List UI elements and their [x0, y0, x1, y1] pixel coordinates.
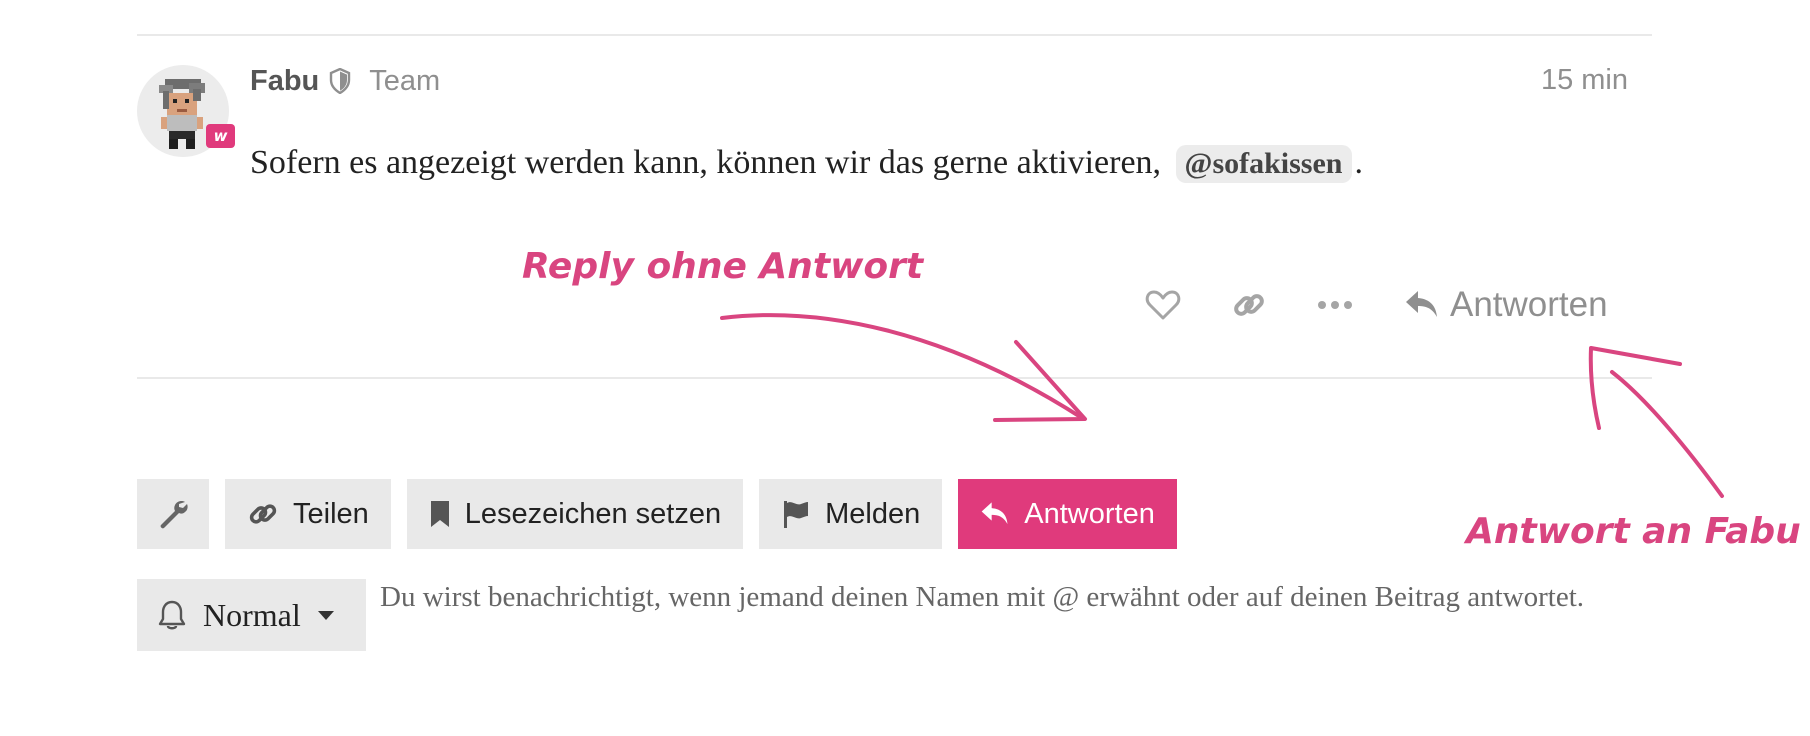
link-icon — [1234, 294, 1264, 316]
right-arrow-shaft — [1610, 370, 1724, 498]
reply-icon — [1406, 291, 1437, 317]
avatar-badge: w — [206, 124, 235, 148]
post-date[interactable]: 15 min — [1541, 64, 1628, 97]
share-button[interactable]: Teilen — [225, 479, 391, 549]
bookmark-icon — [430, 501, 449, 527]
show-more-button[interactable] — [1310, 299, 1360, 311]
caret-down-icon — [317, 611, 334, 620]
like-button[interactable] — [1138, 289, 1188, 321]
share-label: Teilen — [293, 497, 369, 530]
post-text-end: . — [1354, 144, 1364, 181]
notification-description: Du wirst benachrichtigt, wenn jemand dei… — [380, 581, 1585, 613]
notification-level-dropdown[interactable]: Normal — [137, 579, 366, 651]
topic-footer-buttons: Teilen Lesezeichen setzen Melden Antwort… — [137, 479, 1177, 549]
post-top-divider — [137, 34, 1652, 36]
topic-notifications: Normal Du wirst benachrichtigt, wenn jem… — [137, 579, 1680, 651]
link-icon — [249, 504, 277, 524]
author-group[interactable]: Team — [369, 65, 440, 98]
heart-icon — [1145, 290, 1181, 320]
post-reply-label: Antworten — [1450, 285, 1608, 324]
wrench-icon — [160, 501, 188, 529]
topic-reply-label: Antworten — [1024, 497, 1155, 530]
ellipsis-icon — [1318, 301, 1352, 309]
annotation-reply-without-answer: Reply ohne Antwort — [522, 246, 924, 287]
right-arrow-head — [1588, 346, 1682, 430]
post-text: Sofern es angezeigt werden kann, können … — [250, 144, 1162, 181]
author-name[interactable]: Fabu — [250, 65, 319, 98]
flag-icon — [784, 501, 809, 528]
user-mention[interactable]: @sofakissen — [1175, 145, 1352, 183]
post-controls: Antworten — [1138, 282, 1608, 328]
post-author-line: Fabu Team — [250, 64, 440, 98]
flag-label: Melden — [825, 497, 921, 530]
bookmark-button[interactable]: Lesezeichen setzen — [406, 479, 744, 549]
flag-button[interactable]: Melden — [759, 479, 943, 549]
post-reply-button[interactable]: Antworten — [1404, 285, 1608, 325]
bookmark-label: Lesezeichen setzen — [464, 497, 722, 530]
admin-wrench-button[interactable] — [137, 479, 209, 549]
notification-level-label: Normal — [203, 596, 301, 633]
annotation-answer-to-fabu: Antwort an Fabu — [1466, 511, 1801, 552]
left-arrow-shaft — [720, 313, 1084, 420]
timeline-divider — [137, 377, 1652, 379]
reply-icon — [981, 502, 1008, 524]
copy-link-button[interactable] — [1224, 287, 1274, 323]
left-arrow-head — [993, 340, 1087, 422]
shield-icon — [329, 68, 351, 94]
bell-icon — [158, 600, 186, 630]
post-body: Sofern es angezeigt werden kann, können … — [250, 144, 1363, 183]
topic-reply-button[interactable]: Antworten — [958, 479, 1177, 549]
